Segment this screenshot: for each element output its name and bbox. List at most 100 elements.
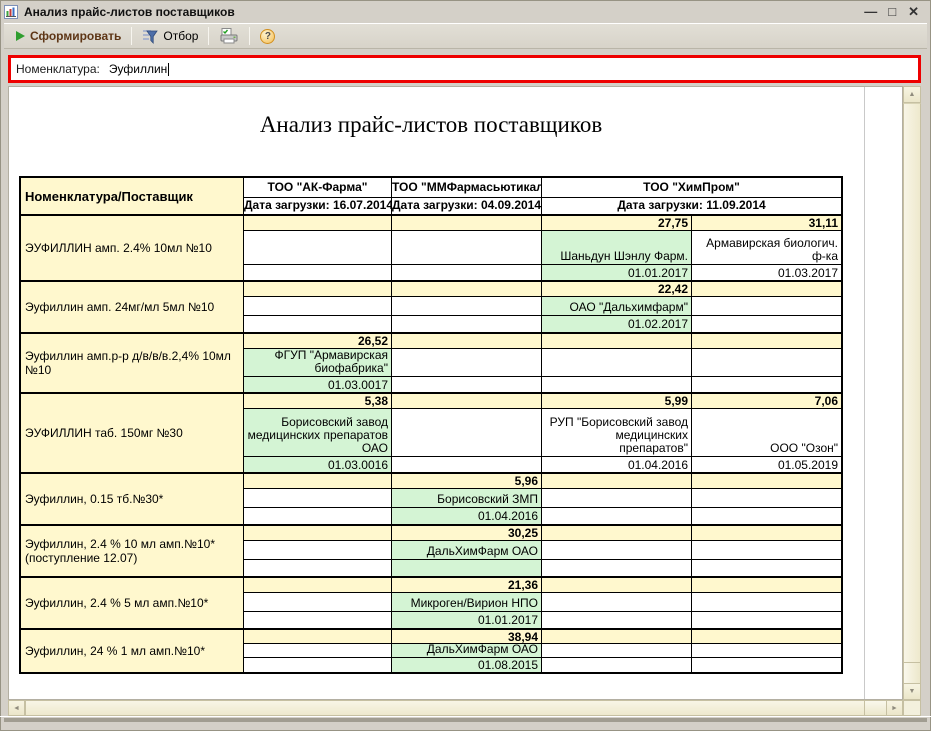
price-cell	[243, 216, 391, 231]
supplier-cell: ДальХимФарм ОАО	[391, 541, 541, 560]
date-cell	[243, 658, 391, 672]
date-cell	[243, 316, 391, 332]
supplier-cell: Борисовский завод медицинских препаратов…	[243, 409, 391, 457]
vertical-scrollbar-thumb[interactable]	[903, 103, 921, 663]
date-cell	[243, 508, 391, 524]
supplier-cell	[541, 593, 691, 612]
load-date-header: Дата загрузки: 04.09.2014	[391, 198, 541, 214]
date-cell	[391, 377, 541, 392]
price-cell	[691, 578, 841, 593]
minimize-icon[interactable]: —	[864, 3, 876, 21]
scroll-down-icon[interactable]: ▼	[903, 683, 921, 700]
window-bottom-edge	[4, 718, 927, 722]
filter-label: Отбор	[163, 29, 198, 43]
supplier-cell: Шаньдун Шэнлу Фарм.	[541, 231, 691, 265]
supplier-cell	[691, 489, 841, 508]
date-cell: 01.05.2019	[691, 457, 841, 472]
generate-button[interactable]: Сформировать	[10, 27, 127, 45]
report-title: Анализ прайс-листов поставщиков	[19, 112, 843, 138]
help-button[interactable]: ?	[254, 27, 281, 46]
supplier-cell	[691, 349, 841, 377]
supplier-header: ТОО "ХимПром"	[541, 178, 841, 198]
date-cell: 01.01.2017	[391, 612, 541, 628]
supplier-cell	[243, 297, 391, 316]
date-cell	[391, 316, 541, 332]
horizontal-scrollbar-thumb[interactable]	[25, 700, 865, 716]
product-name: ЭУФИЛЛИН амп. 2.4% 10мл №10	[21, 216, 243, 280]
scroll-left-icon[interactable]: ◄	[8, 700, 25, 716]
price-cell: 7,06	[691, 394, 841, 409]
date-cell	[691, 658, 841, 672]
price-cell	[243, 526, 391, 541]
text-caret	[168, 63, 169, 76]
date-cell: 01.03.0017	[243, 377, 391, 392]
price-cell: 22,42	[541, 282, 691, 297]
scroll-right-icon[interactable]: ►	[886, 700, 903, 716]
print-button[interactable]	[213, 26, 245, 46]
date-cell: 01.03.0016	[243, 457, 391, 472]
product-name: Эуфиллин, 2.4 % 10 мл амп.№10* (поступле…	[21, 526, 243, 576]
supplier-header: ТОО "АК-Фарма"	[243, 178, 391, 198]
table-row: Эуфиллин амп. 24мг/мл 5мл №10 22,42 ОАО …	[21, 280, 841, 332]
supplier-cell	[691, 297, 841, 316]
printer-icon	[219, 28, 239, 44]
report-icon	[4, 5, 18, 19]
supplier-cell: РУП "Борисовский завод медицинских препа…	[541, 409, 691, 457]
date-cell	[691, 508, 841, 524]
supplier-cell	[541, 489, 691, 508]
date-cell	[391, 457, 541, 472]
price-cell: 5,38	[243, 394, 391, 409]
toolbar: Сформировать Отбор ?	[4, 23, 927, 49]
help-icon: ?	[260, 29, 275, 44]
supplier-header: ТОО "ММФармасьютикалс"	[391, 178, 541, 198]
date-cell: 01.02.2017	[541, 316, 691, 332]
nomenclature-panel: Номенклатура: Эуфиллин	[8, 55, 921, 83]
close-icon[interactable]: ✕	[908, 3, 919, 21]
price-cell	[691, 282, 841, 297]
filter-button[interactable]: Отбор	[136, 27, 204, 46]
maximize-icon[interactable]: □	[888, 3, 896, 21]
load-date-header: Дата загрузки: 11.09.2014	[541, 198, 841, 214]
date-cell	[243, 612, 391, 628]
corner-header: Номенклатура/Поставщик	[21, 178, 243, 214]
horizontal-scrollbar[interactable]: ◄ ►	[8, 700, 903, 716]
nomenclature-label: Номенклатура:	[11, 62, 100, 76]
supplier-cell	[243, 644, 391, 658]
price-cell	[541, 630, 691, 644]
supplier-cell	[691, 541, 841, 560]
price-cell: 5,96	[391, 474, 541, 489]
date-cell: 01.08.2015	[391, 658, 541, 672]
toolbar-separator	[131, 27, 132, 45]
date-cell	[243, 560, 391, 576]
price-cell: 5,99	[541, 394, 691, 409]
vertical-scrollbar[interactable]: ▲ ▼	[903, 86, 921, 700]
product-name: ЭУФИЛЛИН таб. 150мг №30	[21, 394, 243, 472]
date-cell: 01.03.2017	[691, 265, 841, 280]
supplier-cell	[541, 541, 691, 560]
scroll-up-icon[interactable]: ▲	[903, 86, 921, 103]
table-header: Номенклатура/Поставщик ТОО "АК-Фарма" ТО…	[21, 178, 841, 216]
supplier-cell: ДальХимФарм ОАО	[391, 644, 541, 658]
date-cell: 01.01.2017	[541, 265, 691, 280]
price-cell	[541, 526, 691, 541]
price-cell	[243, 578, 391, 593]
date-cell	[541, 658, 691, 672]
supplier-cell: Микроген/Вирион НПО	[391, 593, 541, 612]
date-cell: 01.04.2016	[391, 508, 541, 524]
window-controls: — □ ✕	[864, 3, 927, 21]
nomenclature-input[interactable]: Эуфиллин	[109, 58, 918, 80]
supplier-cell	[541, 644, 691, 658]
supplier-cell	[691, 644, 841, 658]
date-cell	[391, 560, 541, 576]
product-name: Эуфиллин, 24 % 1 мл амп.№10*	[21, 630, 243, 672]
toolbar-separator	[208, 27, 209, 45]
window-title: Анализ прайс-листов поставщиков	[24, 5, 235, 19]
date-cell	[691, 612, 841, 628]
title-bar: Анализ прайс-листов поставщиков — □ ✕	[4, 2, 927, 22]
price-cell	[691, 630, 841, 644]
date-cell	[541, 560, 691, 576]
supplier-cell: Армавирская биологич. ф-ка	[691, 231, 841, 265]
toolbar-separator	[249, 27, 250, 45]
price-cell: 30,25	[391, 526, 541, 541]
supplier-cell	[541, 349, 691, 377]
